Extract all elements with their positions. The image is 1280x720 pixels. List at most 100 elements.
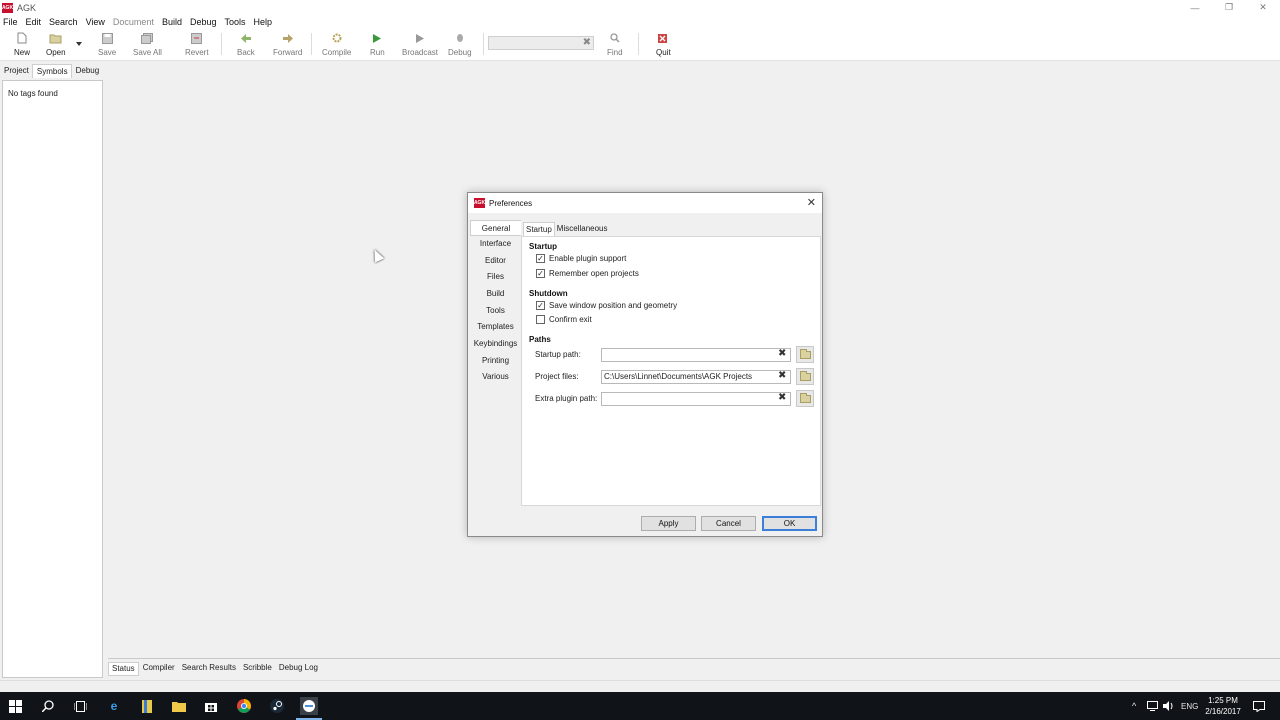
toolbar-separator xyxy=(311,33,312,55)
tab-status[interactable]: Status xyxy=(108,662,139,676)
save-button[interactable]: Save xyxy=(98,32,116,57)
menu-file[interactable]: File xyxy=(3,17,18,27)
save-window-checkbox[interactable]: ✓ Save window position and geometry xyxy=(536,301,677,310)
tab-build[interactable]: Build xyxy=(470,286,521,302)
gear-icon xyxy=(330,32,344,44)
dialog-title: Preferences xyxy=(489,198,533,208)
revert-button[interactable]: Revert xyxy=(185,32,209,57)
save-all-button[interactable]: Save All xyxy=(133,32,162,57)
menu-edit[interactable]: Edit xyxy=(26,17,42,27)
save-icon xyxy=(100,32,114,44)
forward-arrow-icon xyxy=(281,32,295,44)
system-clock[interactable]: 1:25 PM 2/16/2017 xyxy=(1198,695,1248,717)
apply-button[interactable]: Apply xyxy=(641,516,696,531)
start-windows-icon[interactable] xyxy=(6,697,24,715)
dropdown-arrow-icon xyxy=(72,38,86,50)
save-all-icon xyxy=(140,32,154,44)
tab-keybindings[interactable]: Keybindings xyxy=(470,336,521,352)
edge-browser-icon[interactable]: e xyxy=(105,697,123,715)
tab-debug[interactable]: Debug xyxy=(72,64,103,78)
debug-button[interactable]: Debug xyxy=(448,32,472,57)
show-hidden-icons-icon[interactable]: ^ xyxy=(1132,692,1136,720)
status-bar xyxy=(0,680,1280,692)
ok-button[interactable]: OK xyxy=(762,516,817,531)
clear-extra-plugin-icon[interactable]: ✖ xyxy=(778,392,786,403)
clear-project-files-icon[interactable]: ✖ xyxy=(778,370,786,381)
file-explorer-icon[interactable] xyxy=(170,697,188,715)
menu-debug[interactable]: Debug xyxy=(190,17,217,27)
compile-button[interactable]: Compile xyxy=(322,32,351,57)
tab-templates[interactable]: Templates xyxy=(470,319,521,335)
dialog-close-button[interactable]: ✕ xyxy=(807,196,816,209)
checkbox-icon: ✓ xyxy=(536,268,545,278)
startup-page: Startup ✓ Enable plugin support ✓ Rememb… xyxy=(521,236,821,506)
tab-project[interactable]: Project xyxy=(0,64,32,78)
symbols-panel: No tags found xyxy=(2,80,103,678)
forward-button[interactable]: Forward xyxy=(273,32,302,57)
new-button[interactable]: New xyxy=(14,32,30,57)
volume-icon[interactable] xyxy=(1163,692,1174,720)
cancel-button[interactable]: Cancel xyxy=(701,516,756,531)
menu-search[interactable]: Search xyxy=(49,17,78,27)
close-window-button[interactable]: ✕ xyxy=(1246,0,1280,15)
extra-plugin-input[interactable] xyxy=(601,392,791,406)
broadcast-button[interactable]: Broadcast xyxy=(402,32,438,57)
tab-files[interactable]: Files xyxy=(470,269,521,285)
search-icon[interactable] xyxy=(39,697,57,715)
tab-debug-log[interactable]: Debug Log xyxy=(276,662,321,676)
tab-general[interactable]: General xyxy=(470,220,521,236)
tab-scribble[interactable]: Scribble xyxy=(240,662,275,676)
startup-path-input[interactable] xyxy=(601,348,791,362)
restore-button[interactable]: ❐ xyxy=(1212,0,1246,15)
task-view-icon[interactable] xyxy=(71,697,89,715)
clear-search-icon[interactable]: ✖ xyxy=(583,37,591,48)
minimize-button[interactable]: — xyxy=(1178,0,1212,15)
tab-interface[interactable]: Interface xyxy=(470,236,521,252)
browse-extra-plugin-button[interactable] xyxy=(796,390,814,407)
save-all-label: Save All xyxy=(133,48,162,57)
browse-project-files-button[interactable] xyxy=(796,368,814,385)
quit-button[interactable]: Quit xyxy=(656,32,671,57)
play-icon xyxy=(370,32,384,44)
clear-startup-path-icon[interactable]: ✖ xyxy=(778,348,786,359)
enable-plugin-checkbox[interactable]: ✓ Enable plugin support xyxy=(536,254,626,263)
preferences-categories: General Interface Editor Files Build Too… xyxy=(470,220,521,406)
tab-printing[interactable]: Printing xyxy=(470,353,521,369)
network-icon[interactable] xyxy=(1147,692,1158,720)
back-label: Back xyxy=(237,48,255,57)
tab-symbols[interactable]: Symbols xyxy=(31,64,72,78)
store-icon[interactable] xyxy=(202,697,220,715)
menu-help[interactable]: Help xyxy=(254,17,273,27)
tab-miscellaneous[interactable]: Miscellaneous xyxy=(555,222,610,236)
open-dropdown-button[interactable] xyxy=(72,38,86,50)
menu-view[interactable]: View xyxy=(86,17,105,27)
find-button[interactable]: Find xyxy=(607,32,623,57)
notifications-icon[interactable] xyxy=(1253,692,1265,720)
tab-search-results[interactable]: Search Results xyxy=(179,662,239,676)
menu-tools[interactable]: Tools xyxy=(225,17,246,27)
remember-projects-checkbox[interactable]: ✓ Remember open projects xyxy=(536,269,639,278)
tab-editor[interactable]: Editor xyxy=(470,253,521,269)
project-files-input[interactable]: C:\Users\Linnet\Documents\AGK Projects xyxy=(601,370,791,384)
back-button[interactable]: Back xyxy=(237,32,255,57)
run-button[interactable]: Run xyxy=(370,32,385,57)
steam-icon[interactable] xyxy=(268,697,286,715)
no-tags-message: No tags found xyxy=(8,89,58,98)
message-window: Status Compiler Search Results Scribble … xyxy=(108,658,1280,678)
browse-startup-path-button[interactable] xyxy=(796,346,814,363)
tab-various[interactable]: Various xyxy=(470,369,521,385)
open-button[interactable]: Open xyxy=(46,32,66,57)
tab-compiler[interactable]: Compiler xyxy=(140,662,178,676)
save-label: Save xyxy=(98,48,117,57)
toolbar-search-input[interactable]: ✖ xyxy=(488,36,594,50)
tab-tools[interactable]: Tools xyxy=(470,303,521,319)
bookmark-app-icon[interactable] xyxy=(138,697,156,715)
language-indicator[interactable]: ENG xyxy=(1181,692,1198,720)
chrome-icon[interactable] xyxy=(235,697,253,715)
menu-document[interactable]: Document xyxy=(113,17,154,27)
remember-projects-label: Remember open projects xyxy=(549,269,639,278)
agk-app-icon[interactable] xyxy=(300,697,318,715)
tab-startup[interactable]: Startup xyxy=(523,222,555,236)
confirm-exit-checkbox[interactable]: Confirm exit xyxy=(536,315,592,324)
menu-build[interactable]: Build xyxy=(162,17,182,27)
